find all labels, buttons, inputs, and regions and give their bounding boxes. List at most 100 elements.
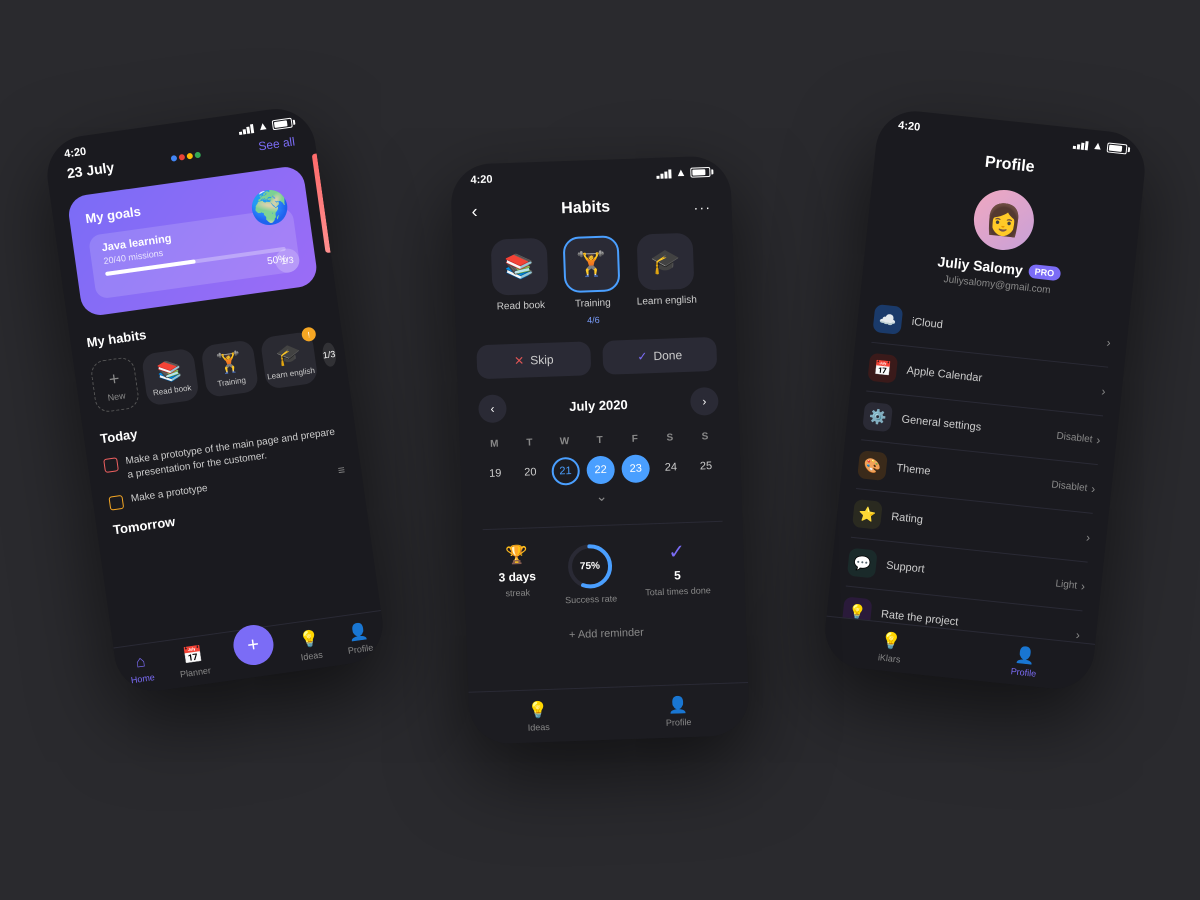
task-checkbox-2[interactable]: [108, 495, 124, 511]
readbook-box: 📚: [491, 238, 549, 296]
rate-project-arrow: ›: [1075, 628, 1080, 642]
cal-day-s2: S: [690, 427, 720, 447]
task-menu-icon[interactable]: ≡: [337, 463, 346, 478]
readbook-icon: 📚: [156, 357, 184, 385]
right-profile-icon: 👤: [1014, 645, 1036, 667]
support-value: Light: [1055, 578, 1078, 591]
nav-ideas[interactable]: 💡 Ideas: [297, 628, 323, 663]
rating-icon: ⭐: [852, 499, 883, 530]
english-label: Learn english: [267, 366, 316, 382]
phone-right: 4:20 ▲ Profile 👩 Juliy Salomy PRO Juliy: [821, 107, 1148, 692]
center-habit-english[interactable]: 🎓 Learn english: [634, 233, 697, 324]
icloud-label: iCloud: [911, 316, 1107, 348]
cal-19[interactable]: 19: [481, 459, 510, 488]
success-rate-label: Success rate: [565, 593, 617, 605]
user-avatar: 👩: [971, 187, 1037, 253]
calendar-grid: M T W T F S S 19 20 21 22 23 24 25: [479, 427, 721, 488]
center-battery-icon: [690, 167, 710, 178]
task-checkbox-1[interactable]: [103, 457, 119, 473]
cal-24[interactable]: 24: [656, 453, 685, 482]
cal-20[interactable]: 20: [516, 458, 545, 487]
right-wifi-icon: ▲: [1092, 140, 1104, 153]
general-icon: ⚙️: [862, 401, 893, 432]
cal-21[interactable]: 21: [551, 457, 580, 486]
support-arrow: ›: [1080, 579, 1085, 593]
center-status-icons: ▲: [656, 166, 710, 180]
theme-label: Theme: [896, 462, 1052, 490]
habits-screen-title: Habits: [561, 198, 611, 218]
theme-arrow: ›: [1091, 482, 1096, 496]
center-habit-readbook[interactable]: 📚 Read book: [491, 238, 550, 329]
done-check-icon: ✓: [637, 349, 648, 363]
nav-home[interactable]: ⌂ Home: [127, 652, 155, 685]
goals-illustration: 🌍: [236, 174, 304, 242]
english-label: Learn english: [637, 295, 697, 308]
done-label: Done: [653, 348, 682, 363]
rating-arrow: ›: [1085, 530, 1090, 544]
habit-readbook[interactable]: 📚 Read book: [141, 348, 200, 407]
cal-day-t1: T: [515, 433, 545, 453]
center-profile-icon: 👤: [668, 695, 689, 716]
cal-next-button[interactable]: ›: [690, 387, 719, 416]
left-bottom-nav: ⌂ Home 📅 Planner + 💡 Ideas 👤 Profile: [113, 610, 387, 696]
signal-icon: [238, 123, 254, 135]
readbook-label: Read book: [497, 300, 546, 313]
cal-month-label: July 2020: [569, 397, 628, 414]
success-circle: 75%: [565, 542, 615, 592]
icloud-icon: ☁️: [873, 304, 904, 335]
wifi-icon: ▲: [257, 120, 269, 133]
more-button[interactable]: ...: [694, 195, 712, 212]
add-icon: +: [246, 633, 261, 657]
extra2-arrow: ›: [834, 680, 839, 693]
habit-training[interactable]: 🏋️ Training: [200, 339, 259, 398]
english-badge: !: [301, 326, 317, 342]
cal-day-t2: T: [585, 431, 615, 451]
skip-button[interactable]: ✕ Skip: [476, 341, 591, 379]
right-status-icons: ▲: [1073, 138, 1128, 156]
right-nav-ideas[interactable]: 💡 iKlars: [877, 630, 903, 664]
right-profile-label: Profile: [1010, 666, 1036, 679]
training-box: 🏋️: [563, 235, 621, 293]
done-button[interactable]: ✓ Done: [602, 337, 717, 375]
general-value: Disablet: [1056, 430, 1093, 445]
stat-times-done: ✓ 5 Total times done: [643, 538, 711, 602]
center-nav-profile[interactable]: 👤 Profile: [665, 695, 692, 728]
battery-icon: [272, 118, 293, 131]
cal-23[interactable]: 23: [621, 454, 650, 483]
back-button[interactable]: ‹: [471, 201, 478, 222]
cal-25[interactable]: 25: [692, 452, 721, 481]
reminder-label: + Add reminder: [569, 627, 644, 642]
center-wifi-icon: ▲: [675, 167, 686, 179]
nav-ideas-label: Ideas: [300, 650, 323, 663]
left-time: 4:20: [64, 146, 87, 161]
add-icon: +: [107, 368, 120, 390]
goals-card: My goals 🌍 Java learning 20/40 missions …: [66, 165, 319, 318]
right-nav-profile[interactable]: 👤 Profile: [1010, 644, 1039, 678]
nav-profile-label: Profile: [347, 642, 374, 655]
google-dots: [171, 152, 202, 162]
habit-english[interactable]: 🎓 Learn english !: [260, 331, 319, 390]
cal-22[interactable]: 22: [586, 456, 615, 485]
training-sub: 4/6: [587, 315, 600, 325]
center-profile-label: Profile: [666, 717, 692, 728]
see-all-button[interactable]: See all: [257, 134, 295, 153]
nav-profile[interactable]: 👤 Profile: [344, 621, 374, 656]
planner-icon: 📅: [182, 644, 205, 667]
nav-planner[interactable]: 📅 Planner: [176, 643, 211, 679]
times-done-value: 5: [674, 568, 681, 582]
add-habit-button[interactable]: + New: [90, 356, 141, 414]
stats-row: 🏆 3 days streak 75% Success rate ✓ 5 Tot…: [463, 537, 746, 625]
streak-value: 3 days: [498, 569, 536, 584]
scene: 4:20 ▲ 23 July Se: [50, 40, 1150, 860]
right-ideas-icon: 💡: [880, 631, 902, 653]
streak-label: streak: [505, 588, 530, 599]
cal-prev-button[interactable]: ‹: [478, 394, 507, 423]
cal-day-s1: S: [655, 428, 685, 448]
task-text-2: Make a prototype: [130, 482, 208, 507]
center-habit-training[interactable]: 🏋️ Training 4/6: [563, 235, 622, 326]
center-ideas-label: Ideas: [528, 722, 550, 733]
habits-counter: 1/3: [321, 342, 337, 368]
center-nav-ideas[interactable]: 💡 Ideas: [527, 700, 550, 733]
ideas-icon: 💡: [298, 628, 321, 651]
nav-add-button[interactable]: +: [231, 622, 276, 667]
